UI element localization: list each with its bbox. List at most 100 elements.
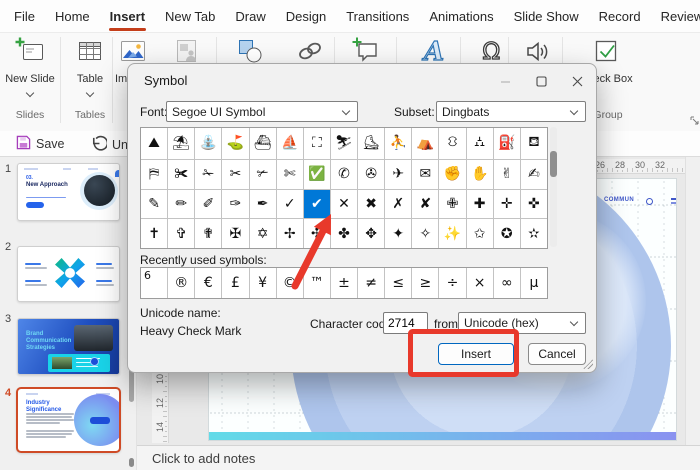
menu-item-design[interactable]: Design <box>276 1 336 32</box>
recent-symbol-cell[interactable]: µ <box>520 268 547 298</box>
symbol-cell[interactable]: ✗ <box>385 189 412 219</box>
notes-pane[interactable]: Click to add notes <box>137 445 700 470</box>
symbol-cell[interactable]: ✖ <box>358 189 385 219</box>
recent-symbol-cell[interactable]: ¥ <box>249 268 276 298</box>
symbol-cell[interactable]: ✂ <box>222 159 249 189</box>
symbol-cell[interactable]: ✪ <box>493 219 520 248</box>
cancel-button[interactable]: Cancel <box>528 343 586 365</box>
symbol-cell[interactable]: ⛳ <box>222 128 249 159</box>
symbol-cell[interactable]: ✏ <box>168 189 195 219</box>
symbol-cell[interactable]: ⛷ <box>330 128 358 159</box>
symbol-cell[interactable]: ⛸ <box>358 128 385 159</box>
symbol-cell[interactable]: ✣ <box>303 219 330 248</box>
symbol-cell[interactable]: ⛻ <box>439 128 466 159</box>
font-combobox[interactable]: Segoe UI Symbol <box>166 101 358 122</box>
symbol-cell[interactable]: ⛱ <box>168 128 195 159</box>
symbol-cell[interactable]: ✀ <box>168 159 195 189</box>
symbol-cell[interactable]: ⛵ <box>276 128 303 159</box>
menu-item-review[interactable]: Review <box>651 1 700 32</box>
symbol-grid-scrollbar[interactable] <box>550 127 557 247</box>
menu-item-new-tab[interactable]: New Tab <box>155 1 225 32</box>
symbol-cell[interactable]: ✛ <box>493 189 520 219</box>
menu-item-transitions[interactable]: Transitions <box>336 1 419 32</box>
symbol-cell[interactable]: ⛹ <box>385 128 412 159</box>
symbol-cell[interactable]: ⛰ <box>141 128 168 159</box>
symbol-cell[interactable]: ⛺ <box>412 128 439 159</box>
recent-symbol-cell[interactable]: € <box>195 268 222 298</box>
close-icon[interactable] <box>562 70 592 92</box>
recent-symbol-cell[interactable]: ± <box>330 268 358 298</box>
symbol-cell[interactable]: ✥ <box>358 219 385 248</box>
dialog-resize-grip[interactable] <box>583 359 593 369</box>
menu-item-file[interactable]: File <box>4 1 45 32</box>
symbol-cell[interactable]: ✑ <box>222 189 249 219</box>
symbol-cell[interactable]: ✁ <box>195 159 222 189</box>
symbol-cell[interactable]: ✢ <box>276 219 303 248</box>
recent-symbol-cell[interactable]: ™ <box>303 268 330 298</box>
new-slide-button[interactable]: New Slide <box>2 36 58 104</box>
symbol-cell[interactable]: ✚ <box>466 189 493 219</box>
recent-symbol-cell[interactable]: 6 <box>141 268 168 298</box>
symbol-cell[interactable]: ⛿ <box>141 159 168 189</box>
symbol-cell[interactable]: ✊ <box>439 159 466 189</box>
recent-symbol-cell[interactable]: ÷ <box>439 268 466 298</box>
symbol-cell[interactable]: ✇ <box>358 159 385 189</box>
symbol-cell[interactable]: ⛴ <box>249 128 276 159</box>
menu-item-slide-show[interactable]: Slide Show <box>504 1 589 32</box>
symbol-cell[interactable]: ✤ <box>330 219 358 248</box>
symbol-cell[interactable]: ✝ <box>141 219 168 248</box>
symbol-cell[interactable]: ✄ <box>276 159 303 189</box>
symbol-cell[interactable]: ✎ <box>141 189 168 219</box>
subset-combobox[interactable]: Dingbats <box>436 101 586 122</box>
scrollbar-thumb[interactable] <box>550 151 557 177</box>
slide-thumbnail-3[interactable]: Brand Communication Strategies <box>17 318 120 375</box>
symbol-cell[interactable]: ✩ <box>466 219 493 248</box>
symbol-cell[interactable]: ⛶ <box>303 128 330 159</box>
recent-symbol-cell[interactable]: © <box>276 268 303 298</box>
symbol-cell[interactable]: ✜ <box>520 189 547 219</box>
slide-thumbnail-4-selected[interactable]: Industry Significance <box>16 387 121 453</box>
symbol-cell[interactable]: ⛲ <box>195 128 222 159</box>
symbol-cell[interactable]: ✉ <box>412 159 439 189</box>
recent-symbol-cell[interactable]: £ <box>222 268 249 298</box>
menu-item-record[interactable]: Record <box>589 1 651 32</box>
recent-symbol-cell[interactable]: × <box>466 268 493 298</box>
symbol-cell[interactable]: ✕ <box>330 189 358 219</box>
menu-item-draw[interactable]: Draw <box>225 1 275 32</box>
symbol-cell[interactable]: ✘ <box>412 189 439 219</box>
symbol-cell-selected[interactable]: ✔ <box>303 189 330 219</box>
symbol-cell[interactable]: ✅ <box>303 159 330 189</box>
symbol-cell[interactable]: ⛾ <box>520 128 547 159</box>
symbol-cell[interactable]: ✟ <box>195 219 222 248</box>
slide-thumbnail-2[interactable] <box>17 246 120 302</box>
symbol-cell[interactable]: ✌ <box>493 159 520 189</box>
symbol-cell[interactable]: ✃ <box>249 159 276 189</box>
symbol-cell[interactable]: ✠ <box>222 219 249 248</box>
recent-symbol-cell[interactable]: ® <box>168 268 195 298</box>
symbol-cell[interactable]: ✫ <box>520 219 547 248</box>
from-combobox[interactable]: Unicode (hex) <box>458 312 586 334</box>
dialog-launcher-icon[interactable] <box>690 112 699 125</box>
symbol-cell[interactable]: ✨ <box>439 219 466 248</box>
slide-thumbnail-1[interactable]: 03. New Approach <box>17 163 120 221</box>
minimize-button[interactable] <box>490 70 520 92</box>
recent-symbol-cell[interactable]: ∞ <box>493 268 520 298</box>
menu-item-animations[interactable]: Animations <box>419 1 503 32</box>
symbol-cell[interactable]: ✡ <box>249 219 276 248</box>
symbol-cell[interactable]: ✋ <box>466 159 493 189</box>
menu-item-insert[interactable]: Insert <box>100 1 155 32</box>
recent-symbol-cell[interactable]: ≥ <box>412 268 439 298</box>
symbol-cell[interactable]: ⛽ <box>493 128 520 159</box>
symbol-cell[interactable]: ✦ <box>385 219 412 248</box>
recent-symbol-cell[interactable]: ≠ <box>358 268 385 298</box>
recent-symbol-cell[interactable]: ≤ <box>385 268 412 298</box>
maximize-button[interactable] <box>526 70 556 92</box>
symbol-cell[interactable]: ✙ <box>439 189 466 219</box>
symbol-cell[interactable]: ⛼ <box>466 128 493 159</box>
symbol-cell[interactable]: ✓ <box>276 189 303 219</box>
symbol-cell[interactable]: ✍ <box>520 159 547 189</box>
canvas-scrollbar[interactable] <box>685 157 700 445</box>
character-code-input[interactable] <box>383 312 428 334</box>
symbol-cell[interactable]: ✒ <box>249 189 276 219</box>
symbol-cell[interactable]: ✈ <box>385 159 412 189</box>
